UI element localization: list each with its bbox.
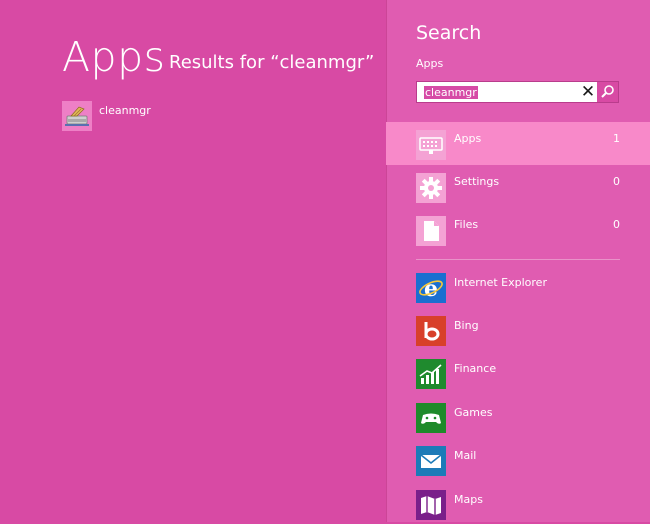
scope-apps[interactable]: Apps 1 [386, 122, 650, 165]
app-name: Internet Explorer [454, 276, 547, 289]
results-subtitle: Results for “cleanmgr” [169, 52, 375, 73]
gear-icon [416, 173, 446, 203]
results-area: Apps Results for “cleanmgr” cleanmgr [0, 0, 386, 522]
finance-icon [416, 359, 446, 389]
scope-settings-label: Settings [454, 175, 500, 188]
divider [416, 259, 620, 260]
app-name: Mail [454, 449, 477, 462]
app-name: Maps [454, 493, 483, 506]
app-finance[interactable]: Finance [386, 359, 650, 393]
search-input[interactable]: cleanmgr [424, 86, 478, 99]
search-scope-label: Apps [416, 57, 444, 70]
bing-icon [416, 316, 446, 346]
search-pane: Search Apps cleanmgr ✕ Apps 1 Settings 0… [386, 0, 650, 522]
svg-text:e: e [424, 276, 438, 302]
pane-divider [386, 0, 387, 522]
app-internet-explorer[interactable]: e Internet Explorer [386, 273, 650, 307]
scope-settings[interactable]: Settings 0 [386, 165, 650, 208]
page-title: Apps [62, 33, 166, 81]
app-games[interactable]: Games [386, 403, 650, 437]
games-icon [416, 403, 446, 433]
disk-cleanup-icon [62, 101, 92, 131]
scope-apps-label: Apps [454, 132, 482, 145]
search-pane-title: Search [416, 22, 482, 44]
app-mail[interactable]: Mail [386, 446, 650, 480]
app-maps[interactable]: Maps [386, 490, 650, 524]
scope-apps-count: 1 [613, 132, 620, 145]
app-name: Finance [454, 362, 497, 375]
maps-icon [416, 490, 446, 520]
search-button[interactable] [597, 82, 618, 102]
mail-icon [416, 446, 446, 476]
app-bing[interactable]: Bing [386, 316, 650, 350]
scope-files-count: 0 [613, 218, 620, 231]
result-item-cleanmgr[interactable]: cleanmgr [62, 101, 242, 133]
result-item-label: cleanmgr [99, 104, 151, 117]
search-icon [601, 85, 614, 98]
scope-files[interactable]: Files 0 [386, 208, 650, 251]
search-box[interactable]: cleanmgr ✕ [416, 81, 619, 103]
document-icon [416, 216, 446, 246]
app-name: Games [454, 406, 493, 419]
keyboard-icon [416, 130, 446, 160]
scope-settings-count: 0 [613, 175, 620, 188]
close-icon[interactable]: ✕ [579, 82, 597, 102]
scope-files-label: Files [454, 218, 479, 231]
internet-explorer-icon: e [416, 273, 446, 303]
app-name: Bing [454, 319, 479, 332]
